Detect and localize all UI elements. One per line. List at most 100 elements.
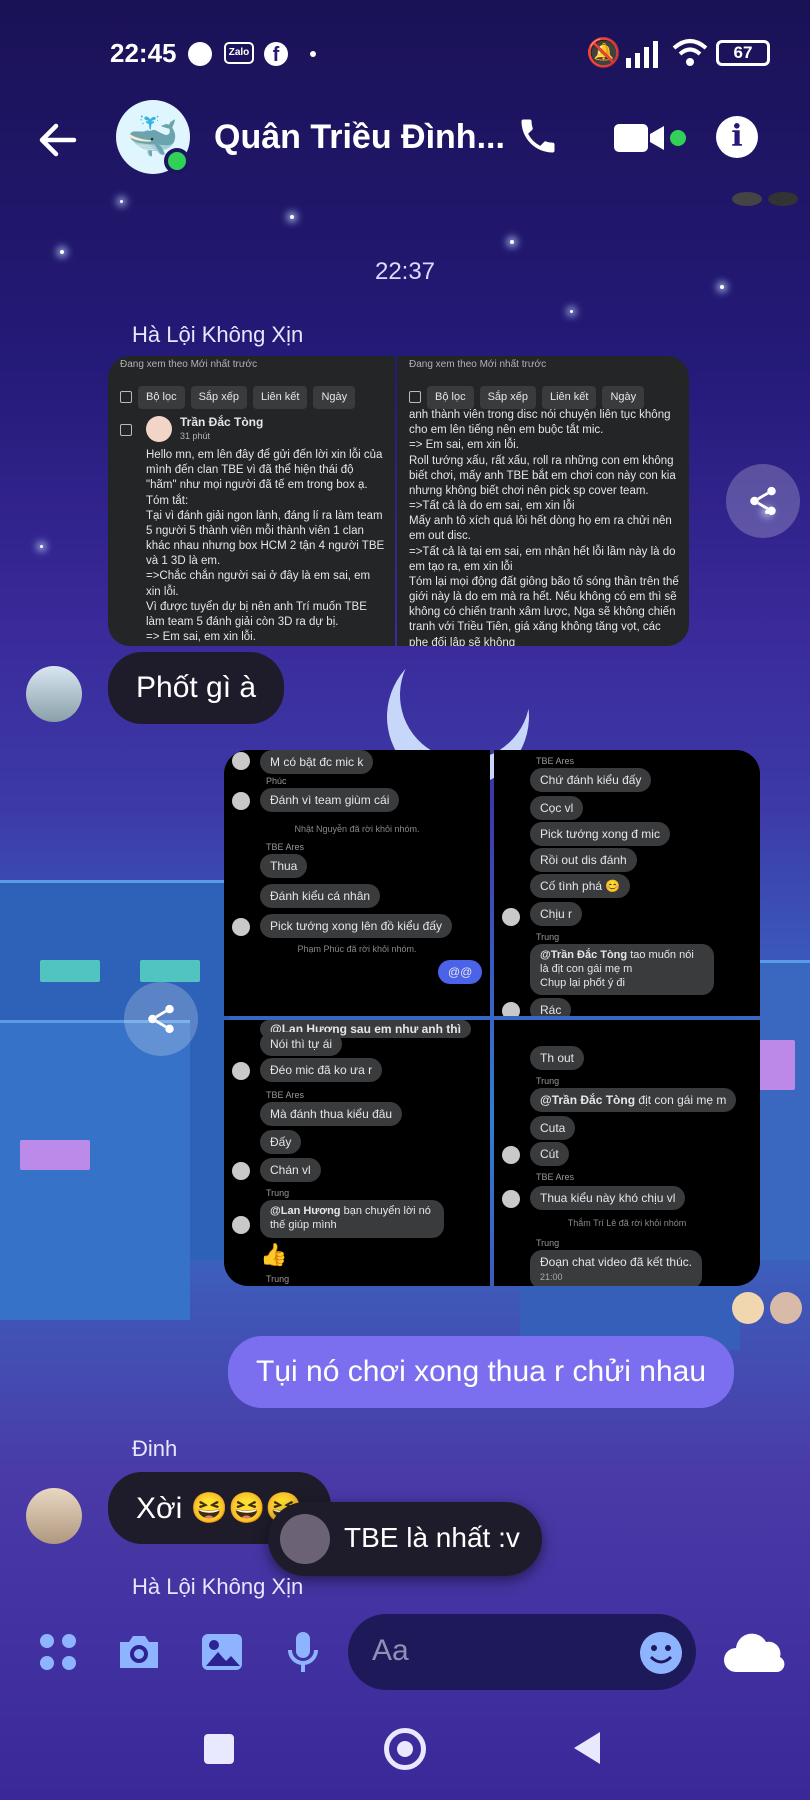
- cloud-icon[interactable]: [722, 1632, 788, 1679]
- ss-msg: M có bật đc mic k: [260, 750, 374, 774]
- home-button[interactable]: [384, 1728, 426, 1770]
- ss-name: TBE Ares: [266, 842, 305, 852]
- system-nav-bar: [0, 1720, 810, 1780]
- ss-name: Phúc: [266, 776, 287, 786]
- ss-msg: Chứ đánh kiểu đấy: [530, 768, 652, 792]
- chat-header: 🐳 Quân Triều Đình... i: [0, 100, 810, 190]
- info-icon[interactable]: i: [716, 116, 758, 158]
- author-avatar: [146, 416, 172, 442]
- ss-msg: Thua kiểu này khó chịu vl: [530, 1186, 686, 1210]
- link-chip: Liên kết: [541, 386, 597, 409]
- ss-msg-text: Đoạn chat video đã kết thúc.: [540, 1255, 693, 1269]
- ss-msg: Đánh vì team giùm cái: [260, 788, 400, 812]
- gallery-icon[interactable]: [200, 1632, 244, 1677]
- back-button[interactable]: [572, 1730, 602, 1771]
- ss-msg: Nói thì tự ái: [260, 1032, 343, 1056]
- ss-msg: @Trần Đắc Tòng tao muốn nói là địt con g…: [530, 944, 714, 996]
- signal-icon: [626, 40, 662, 75]
- shot-topbar: Đang xem theo Mới nhất trước: [409, 359, 547, 370]
- date-chip: Ngày: [313, 386, 356, 409]
- battery-icon: 67: [716, 40, 770, 66]
- screenshot-image-left[interactable]: Đang xem theo Mới nhất trước Bộ lọc Sắp …: [108, 356, 395, 646]
- sort-chip: Sắp xếp: [190, 386, 247, 409]
- apps-icon[interactable]: [38, 1632, 78, 1677]
- reply-text: TBE là nhất :v: [344, 1522, 520, 1553]
- ss-msg: Chán vl: [260, 1158, 321, 1182]
- like-icon: 👍: [260, 1242, 288, 1267]
- shot-topbar: Đang xem theo Mới nhất trước: [120, 359, 258, 370]
- author-name: Trần Đắc Tòng: [180, 415, 264, 429]
- ss-msg: Cố tình phá 😊: [530, 874, 631, 898]
- ss-name: TBE Ares: [536, 756, 575, 766]
- share-button[interactable]: [726, 464, 800, 538]
- ss-msg: Rác: [530, 998, 572, 1016]
- chat-screenshot-1[interactable]: M có bật đc mic k Phúc Đánh vì team giùm…: [224, 750, 490, 1016]
- online-indicator: [164, 148, 190, 174]
- read-receipt-avatar: [732, 1292, 764, 1324]
- message-bubble-outgoing[interactable]: Tụi nó chơi xong thua r chửi nhau: [228, 1336, 735, 1408]
- messenger-icon: [188, 42, 212, 66]
- message-input[interactable]: Aa: [348, 1614, 696, 1690]
- ss-msg: Rồi out dis đánh: [530, 848, 637, 872]
- ss-msg: Cút: [530, 1142, 569, 1166]
- ss-name: TBE Ares: [266, 1090, 305, 1100]
- ss-msg: Pick tướng xong lên đồ kiểu đấy: [260, 914, 453, 938]
- ss-msg: Cọc vl: [530, 796, 584, 820]
- share-icon: [148, 1004, 174, 1034]
- filter-chip: Bộ lọc: [427, 386, 474, 409]
- ss-name: Trung: [266, 1188, 290, 1198]
- ss-system: Phạm Phúc đã rời khỏi nhóm.: [297, 944, 417, 954]
- link-chip: Liên kết: [252, 386, 308, 409]
- camera-icon[interactable]: [116, 1632, 162, 1677]
- ss-msg-text: địt con gái mẹ m: [638, 1093, 727, 1107]
- message-bubble[interactable]: Phốt gì à: [108, 652, 285, 724]
- ss-name: Trung: [536, 1238, 560, 1248]
- mention: @Trần Đắc Tòng: [540, 1093, 636, 1107]
- phone-icon[interactable]: [516, 114, 560, 163]
- mention: @Lan Hương: [270, 1205, 341, 1217]
- wifi-icon: [672, 38, 708, 75]
- reply-avatar: [280, 1514, 330, 1564]
- status-bar: 22:45 Zalo f 🔕 67: [0, 30, 810, 80]
- dot-icon: [310, 51, 316, 57]
- ss-msg: Chịu r: [530, 902, 583, 926]
- sender-name: Đinh: [132, 1436, 178, 1461]
- video-active-dot: [670, 130, 686, 146]
- status-time: 22:45: [110, 38, 177, 68]
- screenshot-image-right[interactable]: Đang xem theo Mới nhất trước Bộ lọc Sắp …: [397, 356, 689, 646]
- recents-button[interactable]: [204, 1734, 234, 1764]
- conversation-title[interactable]: Quân Triều Đình...: [214, 118, 505, 157]
- checkbox-icon: [120, 391, 132, 404]
- mic-icon[interactable]: [286, 1630, 320, 1679]
- read-receipt-avatar: [770, 1292, 802, 1324]
- ss-msg: Mà đánh thua kiểu đâu: [260, 1102, 403, 1126]
- mute-icon: 🔕: [586, 37, 621, 68]
- reply-preview[interactable]: TBE là nhất :v: [268, 1502, 542, 1576]
- ss-name: Trung: [266, 1274, 290, 1284]
- arrow-left-icon[interactable]: [36, 118, 80, 167]
- chat-screenshot-4[interactable]: Th out Trung @Trần Đắc Tòng địt con gái …: [494, 1020, 760, 1286]
- ss-msg: @Lan Hương bạn chuyển lời nó thế giúp mì…: [260, 1200, 444, 1238]
- sender-avatar[interactable]: [26, 1488, 82, 1544]
- post-time: 31 phút: [180, 431, 211, 441]
- ss-msg: @@: [438, 960, 483, 984]
- ss-system: Thắm Trí Lê đã rời khỏi nhóm: [567, 1218, 687, 1228]
- composer-bar: Aa: [0, 1610, 810, 1696]
- ss-name: Trung: [536, 1076, 560, 1086]
- ss-name: TBE Ares: [536, 1172, 575, 1182]
- chat-screenshot-3[interactable]: @Lan Hương sau em như anh thì Nói thì tự…: [224, 1020, 490, 1286]
- share-button[interactable]: [124, 982, 198, 1056]
- date-chip: Ngày: [602, 386, 645, 409]
- chat-screenshot-2[interactable]: TBE Ares Chứ đánh kiểu đấy Cọc vl Pick t…: [494, 750, 760, 1016]
- post-body: anh thành viên trong disc nói chuyện liê…: [409, 409, 679, 646]
- sender-name: Hà Lội Không Xịn: [132, 322, 304, 347]
- ss-msg: Đấy: [260, 1130, 302, 1154]
- sender-avatar[interactable]: [26, 666, 82, 722]
- emoji-icon[interactable]: [640, 1632, 682, 1674]
- ss-name: Trung: [536, 932, 560, 942]
- facebook-icon: f: [264, 42, 288, 66]
- video-icon[interactable]: [612, 120, 666, 161]
- checkbox-icon: [120, 424, 132, 436]
- ss-system: Nhật Nguyễn đã rời khỏi nhóm.: [294, 824, 420, 834]
- ss-msg-time: 21:00: [540, 1272, 563, 1283]
